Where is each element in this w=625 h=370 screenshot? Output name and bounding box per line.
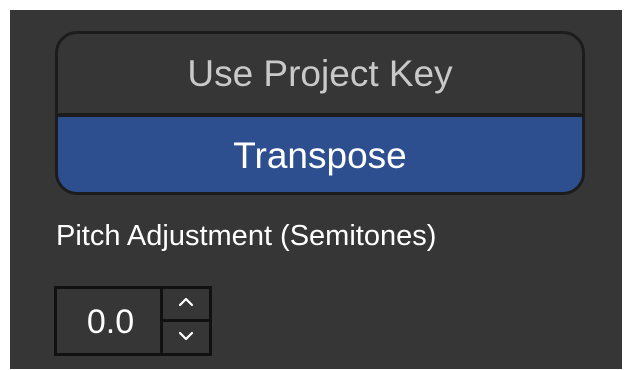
pitch-stepper — [54, 286, 212, 356]
chevron-down-icon — [177, 329, 195, 347]
decrement-button[interactable] — [163, 323, 209, 353]
key-mode-toggle: Use Project Key Transpose — [55, 31, 585, 195]
chevron-up-icon — [177, 295, 195, 313]
stepper-button-divider — [163, 319, 209, 322]
increment-button[interactable] — [163, 289, 209, 319]
transpose-button[interactable]: Transpose — [58, 117, 582, 192]
pitch-settings-panel: Use Project Key Transpose Pitch Adjustme… — [10, 10, 622, 369]
pitch-adjustment-label: Pitch Adjustment (Semitones) — [56, 220, 437, 252]
use-project-key-button[interactable]: Use Project Key — [58, 34, 582, 113]
pitch-value-input[interactable] — [57, 289, 164, 355]
